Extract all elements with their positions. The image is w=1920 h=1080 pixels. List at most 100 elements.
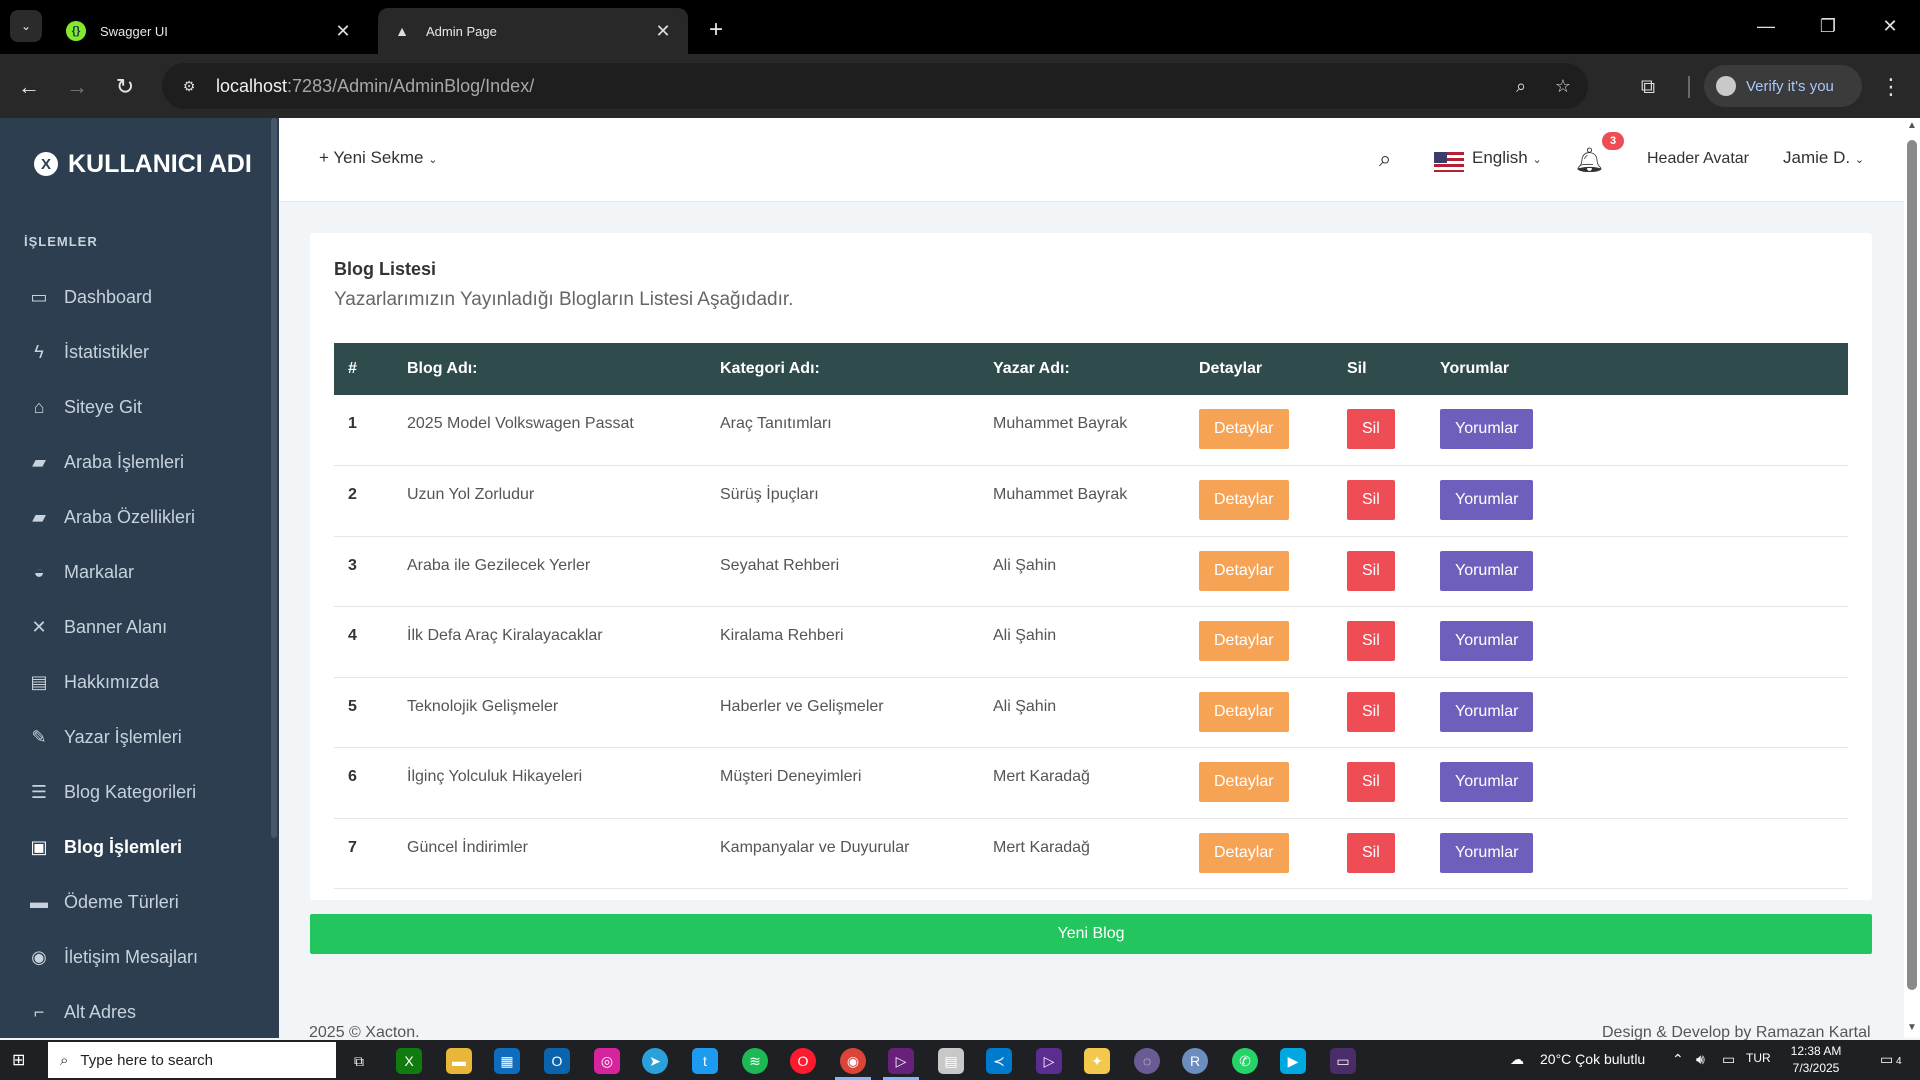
vscode-icon[interactable]: ≺ — [986, 1048, 1012, 1074]
comments-button[interactable]: Yorumlar — [1440, 832, 1534, 873]
new-tab-dropdown[interactable]: + Yeni Sekme ⌄ — [319, 148, 437, 168]
paint-icon[interactable]: ✦ — [1084, 1048, 1110, 1074]
opera-icon[interactable]: O — [790, 1048, 816, 1074]
sidebar-item[interactable]: ☰ Blog Kategorileri — [0, 765, 279, 820]
sidebar-brand[interactable]: X KULLANICI ADI — [0, 118, 279, 210]
delete-button[interactable]: Sil — [1347, 832, 1395, 873]
comments-button[interactable]: Yorumlar — [1440, 550, 1534, 591]
close-window-icon[interactable]: ✕ — [1870, 10, 1910, 42]
delete-button[interactable]: Sil — [1347, 550, 1395, 591]
sidebar-item[interactable]: ✎ Yazar İşlemleri — [0, 710, 279, 765]
details-button[interactable]: Detaylar — [1199, 691, 1289, 732]
store-icon[interactable]: ▦ — [494, 1048, 520, 1074]
comments-button[interactable]: Yorumlar — [1440, 691, 1534, 732]
browser-tab-swagger[interactable]: {} Swagger UI ✕ — [52, 8, 368, 54]
scroll-down-icon[interactable]: ▼ — [1906, 1022, 1918, 1033]
prime-video-icon[interactable]: ▶ — [1280, 1048, 1306, 1074]
sidebar-item[interactable]: ⌂ Siteye Git — [0, 380, 279, 435]
forward-arrow-icon[interactable]: → — [60, 70, 94, 104]
minimize-window-icon[interactable]: — — [1746, 10, 1786, 42]
sidebar-item[interactable]: ▰ Araba İşlemleri — [0, 435, 279, 490]
sidebar-item[interactable]: ϟ İstatistikler — [0, 325, 279, 380]
us-flag-icon[interactable] — [1434, 152, 1464, 172]
comments-button[interactable]: Yorumlar — [1440, 762, 1534, 802]
bookmark-star-icon[interactable]: ☆ — [1546, 69, 1580, 103]
user-menu[interactable]: Jamie D. ⌄ — [1783, 148, 1864, 168]
new-tab-plus-icon[interactable]: + — [700, 14, 732, 46]
restore-window-icon[interactable]: ❐ — [1808, 10, 1848, 42]
sidebar-item[interactable]: ▣ Blog İşlemleri — [0, 820, 279, 875]
delete-button[interactable]: Sil — [1347, 691, 1395, 732]
clock-time: 12:38 AM — [1790, 1044, 1842, 1058]
tab-search-dropdown-icon[interactable]: ⌄ — [10, 10, 42, 42]
url-text[interactable]: localhost:7283/Admin/AdminBlog/Index/ — [216, 76, 1504, 97]
notification-center-icon[interactable]: ▭ — [1880, 1051, 1893, 1068]
xbox-icon[interactable]: X — [396, 1048, 422, 1074]
browser-tab-admin[interactable]: ▲ Admin Page ✕ — [378, 8, 688, 54]
weather-icon[interactable]: ☁ — [1510, 1051, 1524, 1068]
windows-start-icon[interactable]: ⊞ — [12, 1050, 32, 1070]
weather-text[interactable]: 20°C Çok bulutlu — [1540, 1051, 1645, 1067]
sidebar-item[interactable]: ▤ Hakkımızda — [0, 655, 279, 710]
new-blog-button[interactable]: Yeni Blog — [310, 914, 1872, 954]
page-scrollbar-thumb[interactable] — [1907, 140, 1917, 990]
clock[interactable]: 12:38 AM 7/3/2025 — [1778, 1043, 1854, 1077]
comments-button[interactable]: Yorumlar — [1440, 621, 1534, 661]
tor-icon[interactable]: ◌ — [1134, 1048, 1160, 1074]
details-button[interactable]: Detaylar — [1199, 550, 1289, 591]
delete-button[interactable]: Sil — [1347, 762, 1395, 802]
back-arrow-icon[interactable]: ← — [12, 70, 46, 104]
taskbar-search-input[interactable]: ⌕ Type here to search — [48, 1042, 336, 1078]
scroll-up-icon[interactable]: ▲ — [1906, 120, 1918, 131]
details-button[interactable]: Detaylar — [1199, 480, 1289, 520]
close-tab-icon[interactable]: ✕ — [652, 21, 674, 42]
twitter-icon[interactable]: t — [692, 1048, 718, 1074]
terminal-icon[interactable]: ▭ — [1330, 1048, 1356, 1074]
site-info-icon[interactable]: ⚙ — [176, 73, 202, 99]
whatsapp-icon[interactable]: ✆ — [1232, 1048, 1258, 1074]
header-avatar[interactable]: Header Avatar — [1647, 150, 1749, 168]
sidebar-item[interactable]: ⌐ Alt Adres — [0, 985, 279, 1038]
telegram-icon[interactable]: ➤ — [642, 1048, 668, 1074]
visual-studio-2-icon[interactable]: ▷ — [1036, 1048, 1062, 1074]
details-button[interactable]: Detaylar — [1199, 832, 1289, 873]
details-button[interactable]: Detaylar — [1199, 409, 1289, 449]
reload-icon[interactable]: ↻ — [108, 70, 142, 104]
close-tab-icon[interactable]: ✕ — [332, 21, 354, 42]
outlook-icon[interactable]: O — [544, 1048, 570, 1074]
delete-button[interactable]: Sil — [1347, 621, 1395, 661]
language-indicator[interactable]: TUR — [1746, 1051, 1771, 1065]
instagram-icon[interactable]: ◎ — [594, 1048, 620, 1074]
extensions-puzzle-icon[interactable]: ⧉ — [1632, 71, 1664, 103]
details-button[interactable]: Detaylar — [1199, 762, 1289, 802]
verify-profile-button[interactable]: Verify it's you — [1704, 65, 1862, 107]
comments-button[interactable]: Yorumlar — [1440, 480, 1534, 520]
sidebar-item[interactable]: ◉ İletişim Mesajları — [0, 930, 279, 985]
battery-icon[interactable]: ▭ — [1722, 1051, 1735, 1068]
r-app-icon[interactable]: R — [1182, 1048, 1208, 1074]
volume-icon[interactable]: 🔊︎ — [1696, 1051, 1705, 1068]
task-view-icon[interactable]: ⧉ — [346, 1048, 372, 1074]
bell-icon[interactable]: 🔔︎ — [1574, 146, 1604, 175]
address-bar[interactable]: ⚙ localhost:7283/Admin/AdminBlog/Index/ … — [162, 63, 1588, 109]
comments-button[interactable]: Yorumlar — [1440, 409, 1534, 449]
delete-button[interactable]: Sil — [1347, 409, 1395, 449]
sidebar-item[interactable]: ▭ Dashboard — [0, 270, 279, 325]
browser-menu-icon[interactable]: ⋮ — [1876, 71, 1906, 103]
visual-studio-icon[interactable]: ▷ — [888, 1048, 914, 1074]
details-button[interactable]: Detaylar — [1199, 621, 1289, 661]
file-explorer-icon[interactable]: ▬ — [446, 1048, 472, 1074]
sidebar-item[interactable]: ◒ Markalar — [0, 545, 279, 600]
show-hidden-icons-icon[interactable]: ⌃ — [1672, 1051, 1684, 1068]
toolbox-icon[interactable]: ▤ — [938, 1048, 964, 1074]
sidebar-item[interactable]: ✕ Banner Alanı — [0, 600, 279, 655]
sidebar-scrollbar[interactable] — [271, 118, 277, 838]
delete-button[interactable]: Sil — [1347, 480, 1395, 520]
spotify-icon[interactable]: ≋ — [742, 1048, 768, 1074]
zoom-icon[interactable]: ⌕ — [1504, 69, 1538, 103]
sidebar-item[interactable]: ▰ Araba Özellikleri — [0, 490, 279, 545]
search-icon[interactable]: ⌕ — [1379, 146, 1391, 172]
sidebar-item[interactable]: ▬ Ödeme Türleri — [0, 875, 279, 930]
chrome-icon[interactable]: ◉ — [840, 1048, 866, 1074]
language-selector[interactable]: English ⌄ — [1472, 148, 1542, 168]
